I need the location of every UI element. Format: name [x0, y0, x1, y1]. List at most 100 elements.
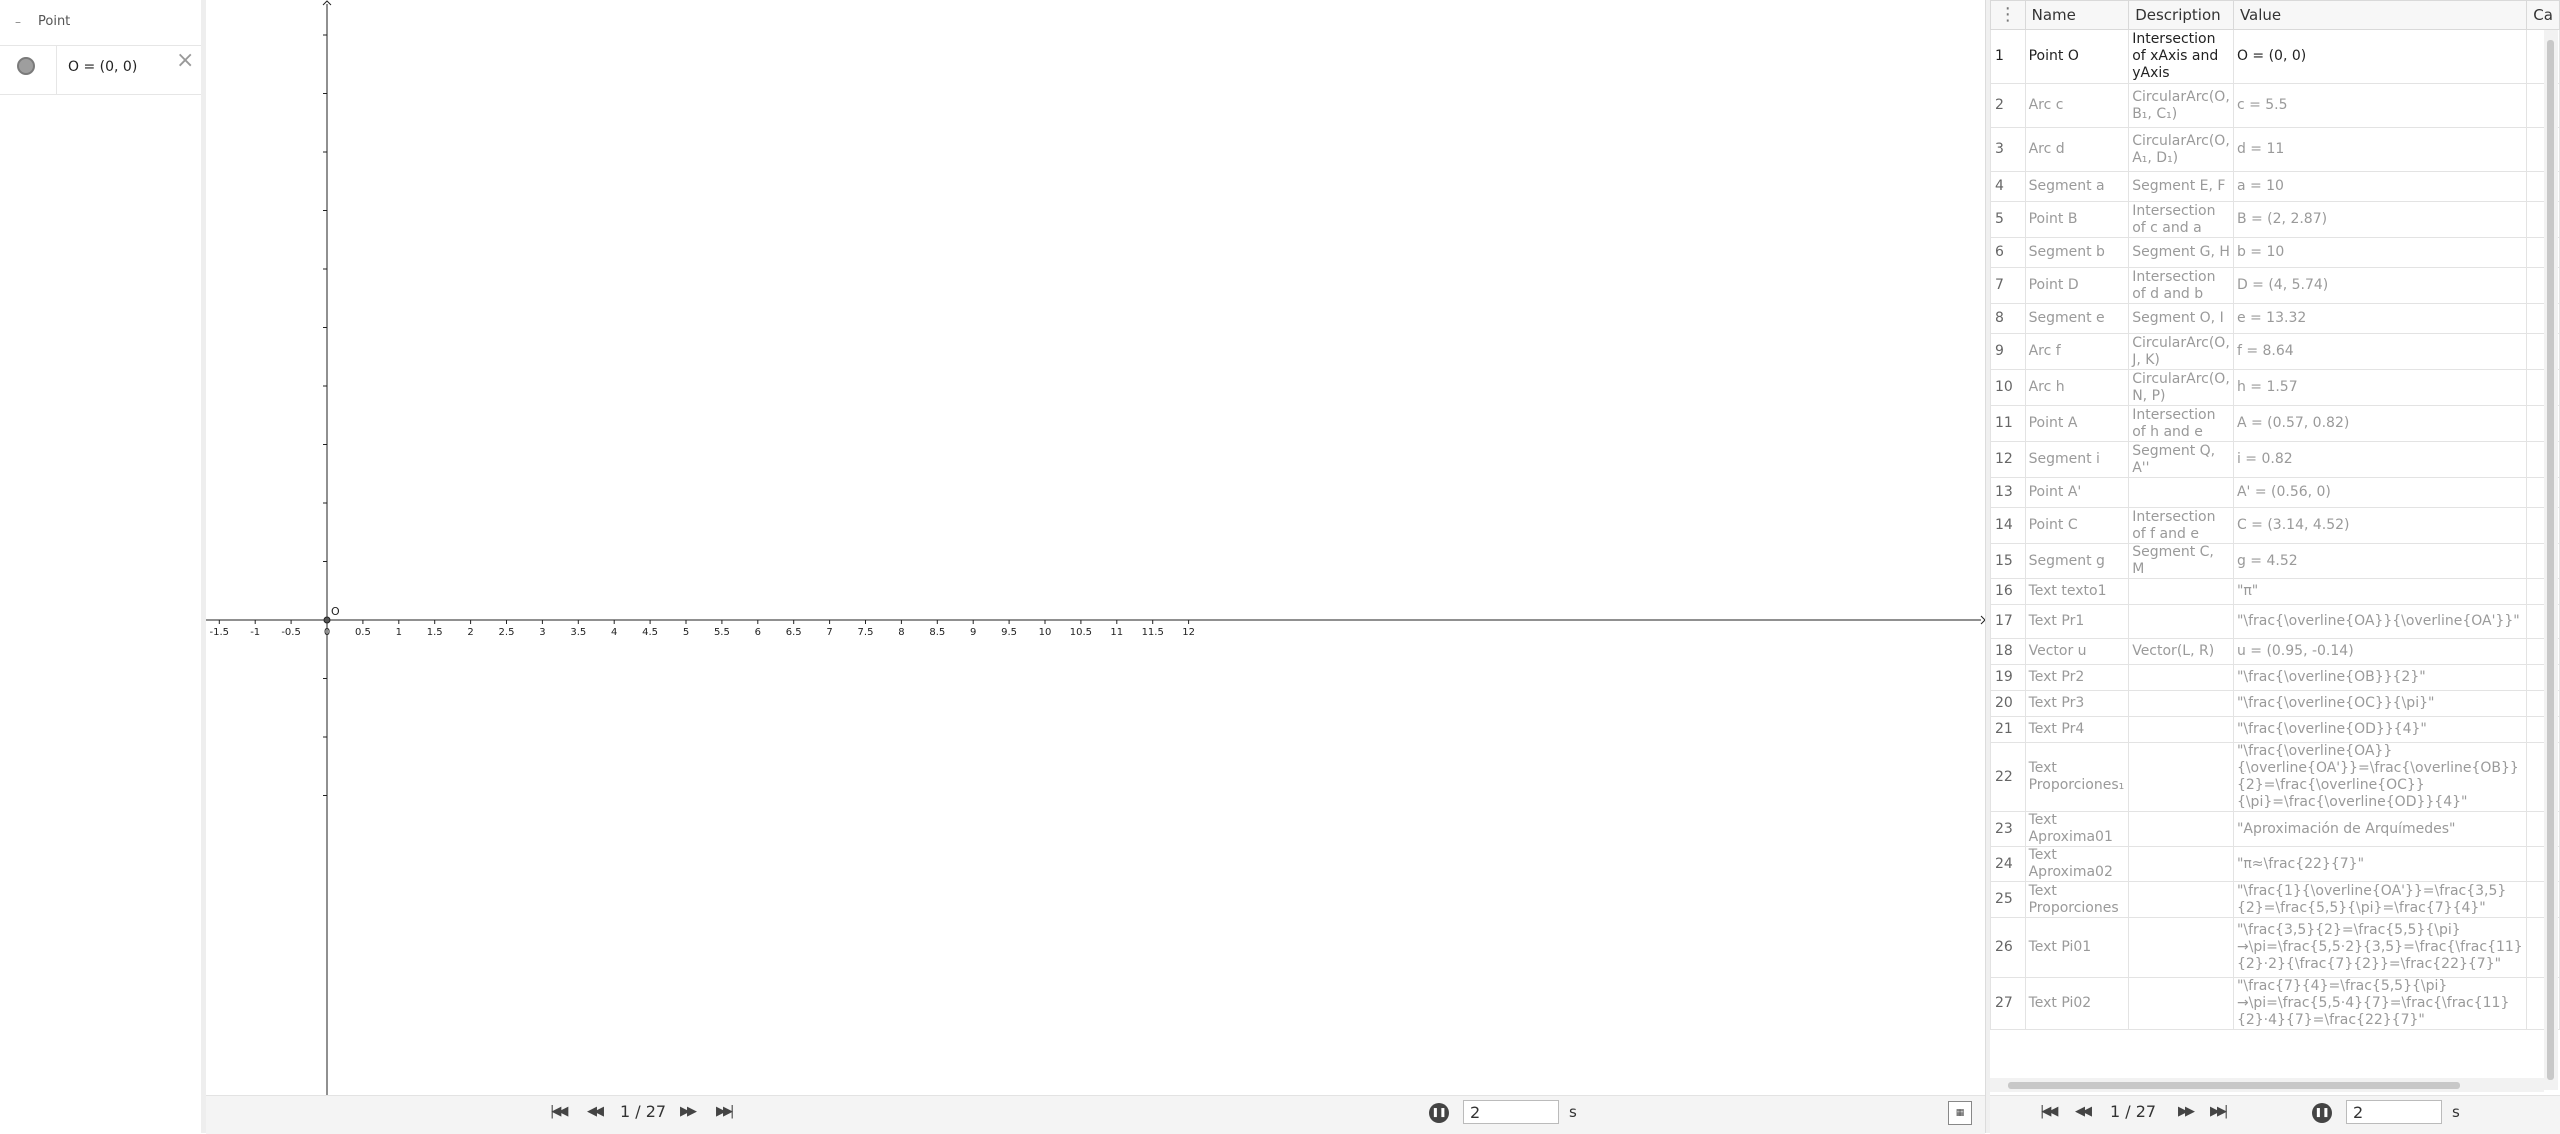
- next-step-icon[interactable]: ▶▶: [680, 1104, 697, 1119]
- pause-icon[interactable]: ❚❚: [2312, 1103, 2332, 1123]
- table-row[interactable]: 18 Vector u Vector(L, R) u = (0.95, -0.14): [1990, 638, 2560, 665]
- table-row[interactable]: 13 Point A' A' = (0.56, 0): [1990, 477, 2560, 508]
- table-row[interactable]: 26 Text Pi01 "\frac{3,5}{2}=\frac{5,5}{\pi…: [1990, 917, 2560, 978]
- table-row[interactable]: 14 Point C Intersection of f and eC = (3.1…: [1990, 507, 2560, 544]
- table-row[interactable]: 6 Segment b Segment G, Hb = 10: [1990, 237, 2560, 268]
- point-o-label: O: [331, 605, 340, 618]
- object-description: [2128, 917, 2234, 978]
- object-description: Intersection of d and b: [2128, 267, 2234, 304]
- x-tick-label: 4.5: [642, 627, 658, 638]
- object-name: Text Pi02: [2024, 977, 2130, 1030]
- row-number: 26: [1990, 917, 2026, 978]
- row-number: 27: [1990, 977, 2026, 1030]
- algebra-group-label: Point: [38, 14, 71, 29]
- x-tick-label: 2: [467, 627, 473, 638]
- row-number: 8: [1990, 303, 2026, 334]
- x-tick-label: 5.5: [714, 627, 730, 638]
- table-row[interactable]: 12 Segment i Segment Q, A'' i = 0.82: [1990, 441, 2560, 478]
- table-row[interactable]: 17 Text Pr1 "\frac{\overline{OA}}{\overlin…: [1990, 604, 2560, 639]
- object-name: Segment i: [2024, 441, 2130, 478]
- object-value: u = (0.95, -0.14): [2232, 638, 2528, 665]
- object-name: Vector u: [2024, 638, 2130, 665]
- previous-step-icon[interactable]: ◀◀: [2075, 1104, 2092, 1119]
- open-protocol-icon[interactable]: ▦: [1948, 1101, 1972, 1125]
- table-row[interactable]: 2 Arc c CircularArc(O, B₁, C₁) c = 5.5: [1990, 83, 2560, 128]
- object-value: C = (3.14, 4.52): [2232, 507, 2528, 544]
- visibility-toggle-icon[interactable]: [17, 57, 35, 75]
- column-menu-icon[interactable]: ⋮: [1990, 0, 2026, 30]
- graphics-view[interactable]: -2.5-2-1.5-1-0.500.511.522.533.544.555.5…: [206, 0, 1985, 1095]
- play-speed-input[interactable]: [2346, 1100, 2442, 1124]
- table-row[interactable]: 20 Text Pr3 "\frac{\overline{OC}}{\pi}": [1990, 690, 2560, 717]
- algebra-group-header[interactable]: [0, 0, 201, 46]
- object-name: Point A': [2024, 477, 2130, 508]
- previous-step-icon[interactable]: ◀◀: [587, 1104, 604, 1119]
- object-value: A = (0.57, 0.82): [2232, 405, 2528, 442]
- object-description: CircularArc(O, B₁, C₁): [2128, 83, 2234, 128]
- table-row[interactable]: 22 Text Proporciones₁ "\frac{\overline{OA}…: [1990, 742, 2560, 812]
- column-header-caption[interactable]: Ca: [2526, 0, 2560, 30]
- step-counter: 1 / 27: [620, 1102, 667, 1121]
- object-name: Segment b: [2024, 237, 2130, 268]
- table-row[interactable]: 21 Text Pr4 "\frac{\overline{OD}}{4}": [1990, 716, 2560, 743]
- table-row[interactable]: 16 Text texto1 "π": [1990, 578, 2560, 605]
- x-tick-label: 10.5: [1070, 627, 1092, 638]
- column-header-description[interactable]: Description: [2128, 0, 2234, 30]
- play-speed-input[interactable]: [1463, 1100, 1559, 1124]
- table-row[interactable]: 25 Text Proporciones "\frac{1}{\overline{O…: [1990, 881, 2560, 918]
- row-number: 4: [1990, 171, 2026, 202]
- table-row[interactable]: 8 Segment e Segment O, Ie = 13.32: [1990, 303, 2560, 334]
- graphics-navigation-bar: [206, 1095, 1985, 1134]
- row-number: 17: [1990, 604, 2026, 639]
- graphics-canvas[interactable]: -2.5-2-1.5-1-0.500.511.522.533.544.555.5…: [206, 0, 1985, 1095]
- table-row[interactable]: 23 Text Aproxima01 "Aproximación de Arquím…: [1990, 811, 2560, 847]
- table-row[interactable]: 10 Arc h CircularArc(O, N, P) h = 1.57: [1990, 369, 2560, 406]
- table-row[interactable]: 9 Arc f CircularArc(O, J, K) f = 8.64: [1990, 333, 2560, 370]
- table-row[interactable]: 3 Arc d CircularArc(O, A₁, D₁) d = 11: [1990, 127, 2560, 172]
- point-o[interactable]: [323, 616, 331, 624]
- x-tick-label: 3.5: [570, 627, 586, 638]
- object-description: Intersection of f and e: [2128, 507, 2234, 544]
- column-header-value[interactable]: Value: [2232, 0, 2528, 30]
- next-step-icon[interactable]: ▶▶: [2178, 1104, 2195, 1119]
- object-value: g = 4.52: [2232, 543, 2528, 579]
- last-step-icon[interactable]: ▶▶|: [716, 1104, 734, 1119]
- object-value: a = 10: [2232, 171, 2528, 202]
- first-step-icon[interactable]: |◀◀: [2040, 1104, 2058, 1119]
- object-name: Text Aproxima01: [2024, 811, 2130, 847]
- table-row[interactable]: 27 Text Pi02 "\frac{7}{4}=\frac{5,5}{\pi} …: [1990, 977, 2560, 1030]
- last-step-icon[interactable]: ▶▶|: [2210, 1104, 2228, 1119]
- table-row[interactable]: 11 Point A Intersection of h and eA = (0.5…: [1990, 405, 2560, 442]
- table-row[interactable]: 1 Point O Intersection of xAxis and yAxis O…: [1990, 29, 2560, 84]
- row-number: 24: [1990, 846, 2026, 882]
- object-value: "\frac{\overline{OA}}{\overline{OA'}}=\f…: [2232, 742, 2528, 812]
- construction-protocol: ⋮ Name Description Value Ca 1 Point O Inte…: [1990, 0, 2560, 1095]
- object-name: Arc c: [2024, 83, 2130, 128]
- object-description: Intersection of xAxis and yAxis: [2128, 29, 2234, 84]
- table-row[interactable]: 4 Segment a Segment E, Fa = 10: [1990, 171, 2560, 202]
- table-header-row: ⋮ Name Description Value Ca: [1990, 0, 2560, 30]
- pause-icon[interactable]: ❚❚: [1429, 1103, 1449, 1123]
- divider: [56, 46, 57, 94]
- scrollbar-thumb[interactable]: [2547, 40, 2554, 1080]
- table-row[interactable]: 19 Text Pr2 "\frac{\overline{OB}}{2}": [1990, 664, 2560, 691]
- table-row[interactable]: 7 Point D Intersection of d and bD = (4, 5…: [1990, 267, 2560, 304]
- table-row[interactable]: 24 Text Aproxima02 "π≈\frac{22}{7}": [1990, 846, 2560, 882]
- first-step-icon[interactable]: |◀◀: [550, 1104, 568, 1119]
- object-name: Text Pr2: [2024, 664, 2130, 691]
- column-header-name[interactable]: Name: [2024, 0, 2130, 30]
- protocol-table: ⋮ Name Description Value Ca 1 Point O Inte…: [1990, 0, 2560, 1030]
- row-number: 7: [1990, 267, 2026, 304]
- table-row[interactable]: 5 Point B Intersection of c and aB = (2, 2…: [1990, 201, 2560, 238]
- object-name: Arc d: [2024, 127, 2130, 172]
- collapse-icon[interactable]: –: [8, 12, 28, 32]
- row-number: 22: [1990, 742, 2026, 812]
- object-description: [2128, 604, 2234, 639]
- object-name: Point B: [2024, 201, 2130, 238]
- algebra-item-definition[interactable]: O = (0, 0): [68, 59, 137, 75]
- object-value: "\frac{7}{4}=\frac{5,5}{\pi} →\pi=\frac{…: [2232, 977, 2528, 1030]
- object-value: O = (0, 0): [2232, 29, 2528, 84]
- close-icon[interactable]: ×: [176, 48, 194, 73]
- table-row[interactable]: 15 Segment g Segment C, Mg = 4.52: [1990, 543, 2560, 579]
- scrollbar-thumb[interactable]: [2008, 1082, 2460, 1089]
